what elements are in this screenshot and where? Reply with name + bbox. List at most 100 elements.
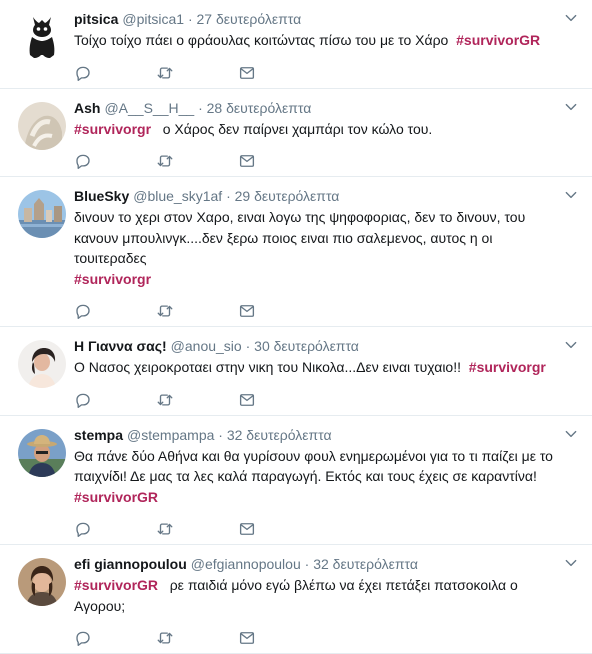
retweet-icon [156, 520, 174, 538]
tweet-header: Ash @A__S__H__ · 28 δευτερόλεπτα [74, 99, 556, 118]
separator-dot: · [218, 426, 223, 443]
tweet-header: Η Γιαννα σας! @anou_sio · 30 δευτερόλεπτα [74, 337, 556, 356]
hashtag-link[interactable]: #survivorgr [74, 121, 151, 137]
tweet-header: pitsica @pitsica1 · 27 δευτερόλεπτα [74, 10, 556, 29]
reply-button[interactable] [74, 301, 156, 321]
tweet-body: Θα πάνε δύο Αθήνα και θα γυρίσουν φουλ ε… [74, 446, 556, 508]
tweet-timestamp[interactable]: 28 δευτερόλεπτα [207, 100, 312, 116]
chevron-down-icon[interactable] [564, 427, 578, 441]
avatar[interactable] [18, 428, 66, 477]
reply-icon [74, 302, 92, 320]
message-icon [238, 391, 256, 409]
tweet[interactable]: Η Γιαννα σας! @anou_sio · 30 δευτερόλεπτα… [0, 327, 592, 416]
tweet-actions [74, 385, 556, 415]
message-icon [238, 520, 256, 538]
user-handle[interactable]: @efgiannopoulou [191, 556, 301, 572]
hashtag-link[interactable]: #survivorGR [456, 32, 540, 48]
user-name[interactable]: BlueSky [74, 188, 129, 204]
tweet-header: stempa @stempampa · 32 δευτερόλεπτα [74, 426, 556, 445]
hashtag-link[interactable]: #survivorGR [74, 577, 158, 593]
chevron-down-icon[interactable] [564, 556, 578, 570]
tweet[interactable]: pitsica @pitsica1 · 27 δευτερόλεπτα Τοίχο … [0, 0, 592, 89]
tweet-text: διvουν το χερι στον Χαρο, ειναι λογω της… [74, 209, 526, 266]
reply-button[interactable] [74, 519, 156, 539]
chevron-down-icon[interactable] [564, 188, 578, 202]
tweet-timestamp[interactable]: 30 δευτερόλεπτα [254, 338, 359, 354]
user-name[interactable]: efi giannopoulou [74, 556, 187, 572]
separator-dot: · [245, 338, 251, 354]
avatar[interactable] [18, 340, 66, 388]
message-button[interactable] [238, 390, 320, 410]
tweet[interactable]: BlueSky @blue_sky1af · 29 δευτερόλεπτα διv… [0, 177, 592, 327]
tweet-text: ο Χάρος δεν παίρνει χαμπάρι τον κώλο του… [162, 120, 433, 137]
message-icon [238, 152, 256, 170]
tweet[interactable]: efi giannopoulou @efgiannopoulou · 32 δευ… [0, 545, 592, 654]
tweet-timestamp[interactable]: 27 δευτερόλεπτα [197, 11, 302, 27]
reply-icon [74, 64, 92, 82]
user-handle[interactable]: @pitsica1 [122, 11, 184, 27]
tweet-feed: pitsica @pitsica1 · 27 δευτερόλεπτα Τοίχο … [0, 0, 592, 654]
tweet[interactable]: stempa @stempampa · 32 δευτερόλεπτα Θα πάν… [0, 415, 592, 545]
avatar[interactable] [18, 558, 66, 606]
retweet-icon [156, 302, 174, 320]
separator-dot: · [226, 188, 231, 204]
tweet-body: διvουν το χερι στον Χαρο, ειναι λογω της… [74, 207, 556, 289]
reply-button[interactable] [74, 390, 156, 410]
tweet-text: Ο Νασος χειροκροταει στην νικη του Νικολ… [74, 359, 461, 375]
retweet-icon [156, 629, 174, 647]
reply-icon [74, 520, 92, 538]
user-name[interactable]: Η Γιαννα σας! [74, 338, 167, 354]
user-handle[interactable]: @stempampa [127, 427, 214, 443]
message-icon [238, 302, 256, 320]
tweet-header: efi giannopoulou @efgiannopoulou · 32 δευ… [74, 555, 556, 574]
chevron-down-icon[interactable] [564, 11, 578, 25]
hashtag-link[interactable]: #survivorGR [74, 489, 158, 505]
tweet-actions [74, 623, 556, 653]
user-name[interactable]: pitsica [74, 11, 118, 27]
user-name[interactable]: Ash [74, 100, 100, 116]
message-icon [238, 629, 256, 647]
tweet-actions [74, 514, 556, 544]
tweet-text: Τοίχο τοίχο πάει ο φράουλας κοιτώντας πί… [74, 32, 449, 48]
retweet-button[interactable] [156, 628, 238, 648]
retweet-button[interactable] [156, 301, 238, 321]
tweet-timestamp[interactable]: 29 δευτερόλεπτα [235, 188, 340, 204]
reply-icon [74, 152, 92, 170]
hashtag-link[interactable]: #survivorgr [469, 359, 546, 375]
tweet-body: #survivorgr ο Χάρος δεν παίρνει χαμπάρι … [74, 119, 556, 140]
tweet-text: Θα πάνε δύο Αθήνα και θα γυρίσουν φουλ ε… [74, 447, 553, 485]
hashtag-link[interactable]: #survivorgr [74, 271, 151, 287]
user-handle[interactable]: @A__S__H__ [104, 100, 194, 116]
chevron-down-icon[interactable] [564, 100, 578, 114]
message-button[interactable] [238, 151, 320, 171]
message-button[interactable] [238, 519, 320, 539]
reply-button[interactable] [74, 63, 156, 83]
reply-button[interactable] [74, 628, 156, 648]
tweet-timestamp[interactable]: 32 δευτερόλεπτα [313, 556, 418, 572]
avatar[interactable] [18, 190, 66, 238]
reply-icon [74, 629, 92, 647]
chevron-down-icon[interactable] [564, 338, 578, 352]
avatar[interactable] [18, 13, 66, 61]
separator-dot: · [187, 11, 193, 27]
separator-dot: · [198, 99, 203, 116]
user-name[interactable]: stempa [74, 427, 123, 443]
retweet-button[interactable] [156, 151, 238, 171]
avatar[interactable] [18, 101, 66, 150]
message-icon [238, 64, 256, 82]
message-button[interactable] [238, 63, 320, 83]
tweet-timestamp[interactable]: 32 δευτερόλεπτα [227, 427, 332, 443]
retweet-button[interactable] [156, 390, 238, 410]
tweet-body: #survivorGR ρε παιδιά μόνο εγώ βλέπω να … [74, 575, 556, 616]
reply-button[interactable] [74, 151, 156, 171]
message-button[interactable] [238, 301, 320, 321]
message-button[interactable] [238, 628, 320, 648]
tweet[interactable]: Ash @A__S__H__ · 28 δευτερόλεπτα #survivor… [0, 88, 592, 177]
retweet-icon [156, 152, 174, 170]
retweet-button[interactable] [156, 519, 238, 539]
retweet-button[interactable] [156, 63, 238, 83]
tweet-actions [74, 296, 556, 326]
user-handle[interactable]: @anou_sio [171, 338, 242, 354]
user-handle[interactable]: @blue_sky1af [133, 188, 222, 204]
tweet-body: Ο Νασος χειροκροταει στην νικη του Νικολ… [74, 357, 556, 378]
